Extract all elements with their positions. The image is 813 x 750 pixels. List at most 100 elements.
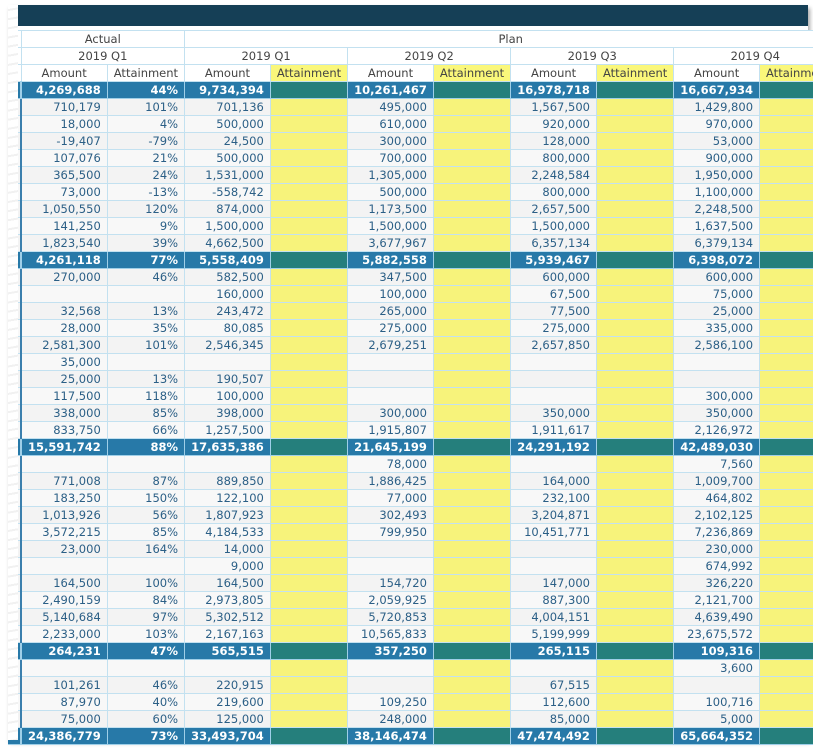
actual-attainment-cell: 97% <box>106 608 186 626</box>
table-row[interactable]: 101,261 46% 220,915 67,515 <box>8 676 813 694</box>
plan-q2-attainment-cell <box>432 217 512 235</box>
table-row[interactable]: 107,076 21% 500,000 700,000 800,000 900,000 <box>8 149 813 167</box>
plan-q3-amount-cell: 128,000 <box>510 132 597 150</box>
plan-q3-attainment-cell <box>595 183 675 201</box>
actual-attainment-cell: -79% <box>106 132 186 150</box>
actual-attainment-cell: 4% <box>106 115 186 133</box>
plan-q4-attainment-cell <box>759 489 813 507</box>
table-row[interactable]: 1,050,550 120% 874,000 1,173,500 2,657,500 2,… <box>8 200 813 218</box>
table-row[interactable]: 2,233,000 103% 2,167,163 10,565,833 5,199,99… <box>8 625 813 643</box>
plan-q2-attainment-cell <box>432 727 512 745</box>
table-row[interactable]: 338,000 85% 398,000 300,000 350,000 350,000 <box>8 404 813 422</box>
table-row[interactable]: 23,000 164% 14,000 230,000 <box>8 540 813 558</box>
table-row[interactable]: 2,490,159 84% 2,973,805 2,059,925 887,300 2,1… <box>8 591 813 609</box>
plan-q1-amount-cell: 220,915 <box>184 676 271 694</box>
table-row[interactable]: 270,000 46% 582,500 347,500 600,000 600,000 <box>8 268 813 286</box>
plan-q2-attainment-cell <box>432 489 512 507</box>
table-row[interactable]: 3,600 <box>8 659 813 677</box>
plan-q4-attainment-cell <box>759 132 813 150</box>
table-row[interactable]: 183,250 150% 122,100 77,000 232,100 464,802 <box>8 489 813 507</box>
measure-attainment[interactable]: Attainment <box>595 64 675 82</box>
table-row[interactable]: 771,008 87% 889,850 1,886,425 164,000 1,009,7… <box>8 472 813 490</box>
plan-q4-attainment-cell <box>759 472 813 490</box>
table-row[interactable]: 365,500 24% 1,531,000 1,305,000 2,248,584 1,9… <box>8 166 813 184</box>
plan-q4-amount-cell: 300,000 <box>673 387 761 405</box>
subtotal-row[interactable]: 264,231 47% 565,515 357,250 265,115 109,316 <box>8 642 813 660</box>
column-group-actual[interactable]: Actual <box>20 30 186 48</box>
table-row[interactable]: 2,581,300 101% 2,546,345 2,679,251 2,657,850… <box>8 336 813 354</box>
actual-amount-cell: 24,386,779 <box>19 727 108 745</box>
plan-q4-attainment-cell <box>759 217 813 235</box>
table-row[interactable]: 710,179 101% 701,136 495,000 1,567,500 1,429,… <box>8 98 813 116</box>
subtotal-row[interactable]: 24,386,779 73% 33,493,704 38,146,474 47,474,… <box>8 727 813 745</box>
table-row[interactable]: 25,000 13% 190,507 <box>8 370 813 388</box>
measure-attainment[interactable]: Attainment <box>432 64 512 82</box>
table-row[interactable]: 18,000 4% 500,000 610,000 920,000 970,000 <box>8 115 813 133</box>
measure-amount[interactable]: Amount <box>347 64 434 82</box>
table-row[interactable]: 1,013,926 56% 1,807,923 302,493 3,204,871 2,1… <box>8 506 813 524</box>
plan-q3-attainment-cell <box>595 98 675 116</box>
table-row[interactable]: 141,250 9% 1,500,000 1,500,000 1,500,000 1,63… <box>8 217 813 235</box>
plan-q3-attainment-cell <box>595 625 675 643</box>
plan-q1-amount-cell: 243,472 <box>184 302 271 320</box>
table-row[interactable]: -19,407 -79% 24,500 300,000 128,000 53,000 <box>8 132 813 150</box>
actual-amount-cell: 117,500 <box>19 387 108 405</box>
plan-q2-attainment-cell <box>432 506 512 524</box>
table-row[interactable]: 32,568 13% 243,472 265,000 77,500 25,000 <box>8 302 813 320</box>
actual-attainment-cell: 101% <box>106 98 186 116</box>
period-plan-q3[interactable]: 2019 Q3 <box>510 47 675 65</box>
table-row[interactable]: 73,000 -13% -558,742 500,000 800,000 1,100,00… <box>8 183 813 201</box>
plan-q4-attainment-cell <box>759 166 813 184</box>
plan-q1-amount-cell: 2,167,163 <box>184 625 271 643</box>
plan-q2-amount-cell: 78,000 <box>347 455 434 473</box>
subtotal-row[interactable]: 4,261,118 77% 5,558,409 5,882,558 5,939,467 6… <box>8 251 813 269</box>
table-row[interactable]: 9,000 674,992 <box>8 557 813 575</box>
period-plan-q4[interactable]: 2019 Q4 <box>673 47 813 65</box>
torn-edge <box>8 5 18 740</box>
measure-amount[interactable]: Amount <box>20 64 108 82</box>
table-row[interactable]: 35,000 <box>8 353 813 371</box>
measure-attainment[interactable]: Attainment <box>269 64 349 82</box>
actual-attainment-cell: 24% <box>106 166 186 184</box>
plan-q2-amount-cell: 109,250 <box>347 693 434 711</box>
period-plan-q2[interactable]: 2019 Q2 <box>347 47 512 65</box>
plan-q2-attainment-cell <box>432 472 512 490</box>
plan-q4-attainment-cell <box>759 608 813 626</box>
plan-q3-amount-cell: 2,657,500 <box>510 200 597 218</box>
table-row[interactable]: 1,823,540 39% 4,662,500 3,677,967 6,357,134 6… <box>8 234 813 252</box>
table-row[interactable]: 87,970 40% 219,600 109,250 112,600 100,716 <box>8 693 813 711</box>
plan-q4-amount-cell: 1,009,700 <box>673 472 761 490</box>
table-row[interactable]: 117,500 118% 100,000 300,000 <box>8 387 813 405</box>
plan-q4-amount-cell: 2,126,972 <box>673 421 761 439</box>
actual-attainment-cell: 56% <box>106 506 186 524</box>
table-row[interactable]: 5,140,684 97% 5,302,512 5,720,853 4,004,151 4… <box>8 608 813 626</box>
table-row[interactable]: 75,000 60% 125,000 248,000 85,000 5,000 <box>8 710 813 728</box>
table-row[interactable]: 28,000 35% 80,085 275,000 275,000 335,000 <box>8 319 813 337</box>
column-group-plan[interactable]: Plan <box>184 30 813 48</box>
measure-amount[interactable]: Amount <box>673 64 761 82</box>
actual-attainment-cell <box>106 557 186 575</box>
table-row[interactable]: 3,572,215 85% 4,184,533 799,950 10,451,771 7,… <box>8 523 813 541</box>
plan-q1-attainment-cell <box>269 98 349 116</box>
table-row[interactable]: 160,000 100,000 67,500 75,000 <box>8 285 813 303</box>
measure-amount[interactable]: Amount <box>510 64 597 82</box>
measure-attainment[interactable]: Attainment <box>106 64 186 82</box>
subtotal-row[interactable]: 15,591,742 88% 17,635,386 21,645,199 24,291,… <box>8 438 813 456</box>
plan-q1-amount-cell: 1,807,923 <box>184 506 271 524</box>
period-actual-q1[interactable]: 2019 Q1 <box>20 47 186 65</box>
table-row[interactable]: 78,000 7,560 <box>8 455 813 473</box>
subtotal-row[interactable]: 4,269,688 44% 9,734,394 10,261,467 16,978,71… <box>8 81 813 99</box>
plan-q4-attainment-cell <box>759 404 813 422</box>
measure-amount[interactable]: Amount <box>184 64 271 82</box>
plan-q3-amount-cell: 1,500,000 <box>510 217 597 235</box>
plan-q2-attainment-cell <box>432 319 512 337</box>
plan-q4-amount-cell: 600,000 <box>673 268 761 286</box>
plan-q1-amount-cell: 4,184,533 <box>184 523 271 541</box>
table-row[interactable]: 833,750 66% 1,257,500 1,915,807 1,911,617 2,1… <box>8 421 813 439</box>
plan-q1-attainment-cell <box>269 625 349 643</box>
measure-attainment[interactable]: Attainment <box>759 64 813 82</box>
table-row[interactable]: 164,500 100% 164,500 154,720 147,000 326,220 <box>8 574 813 592</box>
period-plan-q1[interactable]: 2019 Q1 <box>184 47 349 65</box>
plan-q2-amount-cell: 154,720 <box>347 574 434 592</box>
plan-q2-amount-cell: 1,500,000 <box>347 217 434 235</box>
